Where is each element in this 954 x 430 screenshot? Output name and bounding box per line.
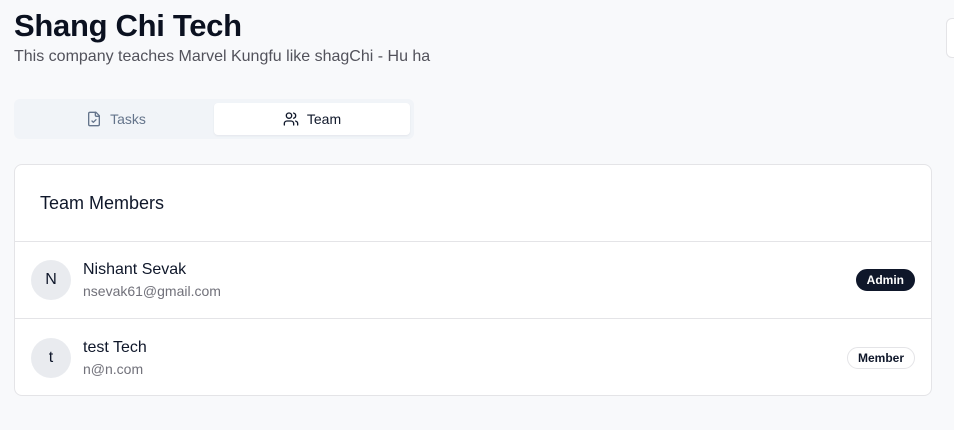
avatar: t <box>31 337 71 378</box>
member-info: Nishant Sevak nsevak61@gmail.com <box>83 260 856 300</box>
users-icon <box>283 111 299 127</box>
page-title: Shang Chi Tech <box>14 8 242 43</box>
list-item: N Nishant Sevak nsevak61@gmail.com Admin <box>15 242 931 319</box>
avatar: N <box>31 260 71 300</box>
list-item: t test Tech n@n.com Member <box>15 319 931 395</box>
member-name: test Tech <box>83 338 147 356</box>
page-header: Shang Chi Tech This company teaches Marv… <box>14 6 430 67</box>
member-name: Nishant Sevak <box>83 261 187 278</box>
tab-tasks-label: Tasks <box>110 111 146 127</box>
member-email: n@n.com <box>83 360 144 377</box>
tab-tasks[interactable]: Tasks <box>18 103 214 135</box>
tab-team[interactable]: Team <box>214 103 410 135</box>
member-email: nsevak61@gmail.com <box>83 283 221 299</box>
card-title: Team Members <box>15 165 931 242</box>
role-badge: Member <box>846 346 915 369</box>
member-info: test Tech n@n.com <box>83 338 847 378</box>
tab-list: Tasks Team <box>14 99 414 139</box>
tab-team-label: Team <box>306 111 342 127</box>
company-description: This company teaches Marvel Kungfu like … <box>14 48 431 65</box>
role-badge: Admin <box>855 269 915 291</box>
file-check-icon <box>86 111 102 127</box>
team-members-card: Team Members N Nishant Sevak nsevak61@gm… <box>14 164 932 396</box>
header-action-button[interactable] <box>946 18 954 58</box>
